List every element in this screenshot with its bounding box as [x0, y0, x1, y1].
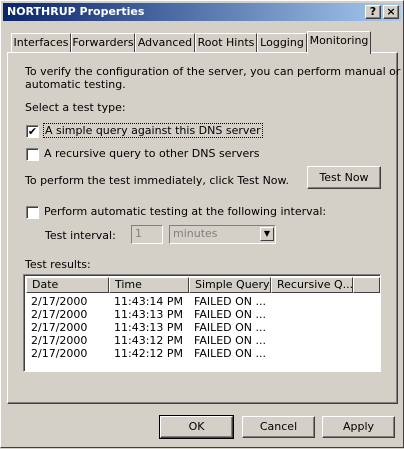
row-date: 2/17/2000: [31, 321, 88, 334]
column-recursive-query[interactable]: Recursive Q...: [271, 277, 353, 293]
auto-test-label[interactable]: Perform automatic testing at the followi…: [44, 205, 326, 218]
row-time: 11:43:13 PM: [114, 308, 184, 321]
row-time: 11:43:13 PM: [114, 321, 184, 334]
row-date: 2/17/2000: [31, 295, 88, 308]
test-results-list[interactable]: Date Time Simple Query Recursive Q... 2/…: [23, 274, 381, 372]
test-results-label: Test results:: [25, 258, 91, 271]
column-filler: [353, 277, 380, 293]
row-simple-query: FAILED ON ...: [194, 334, 267, 347]
row-date: 2/17/2000: [31, 334, 88, 347]
properties-dialog: NORTHRUP Properties ? × Interfaces Forwa…: [0, 0, 404, 448]
table-row[interactable]: 2/17/2000 11:42:12 PM FAILED ON ...: [26, 347, 380, 360]
recursive-query-label[interactable]: A recursive query to other DNS servers: [44, 147, 260, 160]
row-simple-query: FAILED ON ...: [194, 321, 267, 334]
row-time: 11:42:12 PM: [114, 347, 184, 360]
row-time: 11:43:12 PM: [114, 334, 184, 347]
chevron-down-icon[interactable]: ▼: [260, 227, 274, 241]
row-time: 11:43:14 PM: [114, 295, 184, 308]
test-now-instructions: To perform the test immediately, click T…: [25, 174, 290, 187]
simple-query-label[interactable]: A simple query against this DNS server: [43, 123, 263, 138]
table-row[interactable]: 2/17/2000 11:43:12 PM FAILED ON ...: [26, 334, 380, 347]
table-row[interactable]: 2/17/2000 11:43:13 PM FAILED ON ...: [26, 308, 380, 321]
interval-label: Test interval:: [45, 229, 116, 242]
row-simple-query: FAILED ON ...: [194, 295, 267, 308]
column-date[interactable]: Date: [26, 277, 109, 293]
test-now-button[interactable]: Test Now: [307, 166, 381, 189]
interval-input[interactable]: 1: [131, 225, 163, 244]
results-header: Date Time Simple Query Recursive Q...: [26, 277, 380, 293]
table-row[interactable]: 2/17/2000 11:43:14 PM FAILED ON ...: [26, 295, 380, 308]
row-simple-query: FAILED ON ...: [194, 308, 267, 321]
interval-unit-value: minutes: [173, 227, 218, 240]
intro-text: To verify the configuration of the serve…: [25, 65, 401, 78]
row-simple-query: FAILED ON ...: [194, 347, 267, 360]
row-date: 2/17/2000: [31, 308, 88, 321]
column-simple-query[interactable]: Simple Query: [189, 277, 271, 293]
table-row[interactable]: 2/17/2000 11:43:13 PM FAILED ON ...: [26, 321, 380, 334]
intro-text-2: automatic testing.: [25, 78, 126, 91]
column-time[interactable]: Time: [109, 277, 189, 293]
row-date: 2/17/2000: [31, 347, 88, 360]
auto-test-checkbox[interactable]: [26, 206, 39, 219]
monitoring-content: To verify the configuration of the serve…: [1, 1, 404, 449]
select-test-type-label: Select a test type:: [25, 101, 126, 114]
simple-query-checkbox[interactable]: ✔: [26, 125, 39, 138]
interval-unit-select[interactable]: minutes ▼: [169, 225, 276, 244]
recursive-query-checkbox[interactable]: [26, 148, 39, 161]
